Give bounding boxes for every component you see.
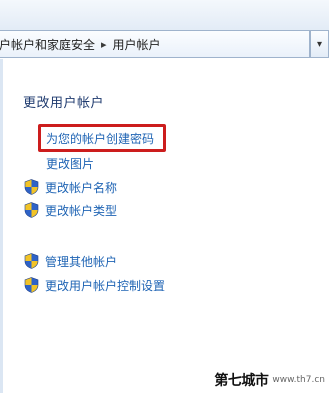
uac-shield-icon <box>24 179 39 195</box>
uac-shield-icon <box>24 253 39 269</box>
breadcrumb-separator-icon[interactable]: ▸ <box>101 38 107 51</box>
change-account-name-row[interactable]: 更改帐户名称 <box>24 178 117 196</box>
change-account-name-link[interactable]: 更改帐户名称 <box>45 179 117 196</box>
left-pane-edge <box>0 59 3 393</box>
watermark: 第七城市 www.th7.cn <box>214 370 325 390</box>
chevron-down-icon[interactable]: ▾ <box>310 30 329 58</box>
page-title: 更改用户帐户 <box>23 96 105 111</box>
change-uac-settings-link[interactable]: 更改用户帐户控制设置 <box>45 277 165 294</box>
breadcrumb[interactable]: 户帐户和家庭安全 ▸ 用户帐户 <box>0 30 310 58</box>
change-account-type-link[interactable]: 更改帐户类型 <box>45 202 117 219</box>
change-picture-link[interactable]: 更改图片 <box>46 155 94 172</box>
uac-shield-icon <box>24 202 39 218</box>
highlight-frame <box>38 124 166 152</box>
watermark-url: www.th7.cn <box>272 375 325 385</box>
change-account-type-row[interactable]: 更改帐户类型 <box>24 201 117 219</box>
manage-other-accounts-link[interactable]: 管理其他帐户 <box>45 253 117 270</box>
control-panel-window: 户帐户和家庭安全 ▸ 用户帐户 ▾ 更改用户帐户 为您的帐户创建密码 更改图片 … <box>0 0 329 393</box>
uac-shield-icon <box>24 277 39 293</box>
watermark-logo: 第七城市 <box>214 373 269 389</box>
manage-other-accounts-row[interactable]: 管理其他帐户 <box>24 252 117 270</box>
change-uac-settings-row[interactable]: 更改用户帐户控制设置 <box>24 276 165 294</box>
breadcrumb-item-user-accounts[interactable]: 用户帐户 <box>113 36 161 53</box>
breadcrumb-item-family-safety[interactable]: 户帐户和家庭安全 <box>0 36 95 53</box>
